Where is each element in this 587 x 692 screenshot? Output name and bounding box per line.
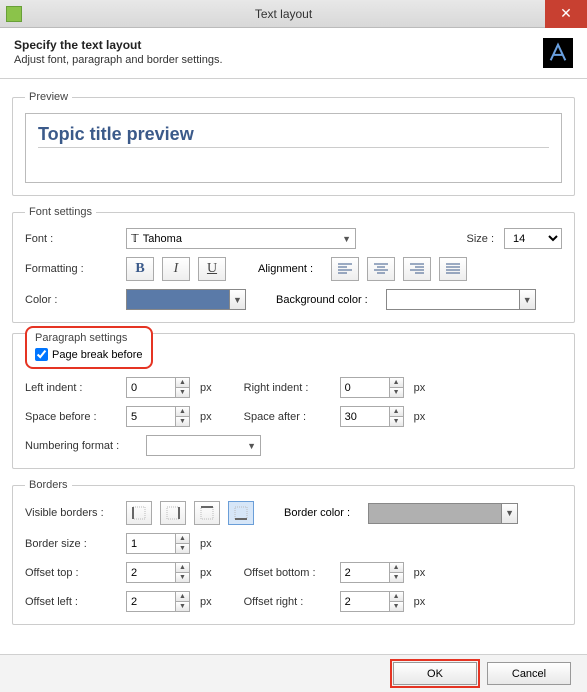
- offset-bottom-spinner[interactable]: ▲▼: [340, 562, 404, 583]
- offset-top-label: Offset top :: [25, 567, 120, 579]
- dialog-footer: OK Cancel: [0, 654, 587, 692]
- font-settings-group: Font settings Font : 𝕋 Tahoma ▼ Size : 1…: [12, 206, 575, 323]
- font-select[interactable]: 𝕋 Tahoma ▼: [126, 228, 356, 249]
- border-size-label: Border size :: [25, 538, 120, 550]
- borders-legend: Borders: [25, 479, 72, 491]
- alignment-label: Alignment :: [258, 263, 313, 275]
- italic-button[interactable]: I: [162, 257, 190, 281]
- header-title: Specify the text layout: [14, 38, 543, 52]
- border-color-label: Border color :: [284, 507, 350, 519]
- titlebar: Text layout ✕: [0, 0, 587, 28]
- close-icon: ✕: [560, 5, 572, 22]
- chevron-down-icon: ▼: [229, 290, 245, 309]
- align-left-button[interactable]: [331, 257, 359, 281]
- header-letter-icon: [543, 38, 573, 68]
- align-right-button[interactable]: [403, 257, 431, 281]
- space-before-spinner[interactable]: ▲▼: [126, 406, 190, 427]
- header-description: Adjust font, paragraph and border settin…: [14, 54, 543, 66]
- border-left-button[interactable]: [126, 501, 152, 525]
- font-size-select[interactable]: 14: [504, 228, 562, 249]
- font-color-picker[interactable]: ▼: [126, 289, 246, 310]
- bold-button[interactable]: B: [126, 257, 154, 281]
- offset-left-spinner[interactable]: ▲▼: [126, 591, 190, 612]
- offset-right-spinner[interactable]: ▲▼: [340, 591, 404, 612]
- preview-group: Preview Topic title preview: [12, 91, 575, 196]
- bgcolor-label: Background color :: [276, 294, 368, 306]
- right-indent-spinner[interactable]: ▲▼: [340, 377, 404, 398]
- page-break-label: Page break before: [52, 349, 143, 361]
- border-right-button[interactable]: [160, 501, 186, 525]
- paragraph-settings-group: Paragraph settings Page break before Lef…: [12, 333, 575, 469]
- formatting-label: Formatting :: [25, 263, 120, 275]
- chevron-down-icon: ▼: [501, 504, 517, 523]
- numbering-format-select[interactable]: ▼: [146, 435, 261, 456]
- visible-borders-label: Visible borders :: [25, 507, 120, 519]
- bg-color-picker[interactable]: ▼: [386, 289, 536, 310]
- space-before-label: Space before :: [25, 411, 120, 423]
- border-color-picker[interactable]: ▼: [368, 503, 518, 524]
- align-center-button[interactable]: [367, 257, 395, 281]
- chevron-down-icon: ▼: [247, 441, 256, 451]
- cancel-button[interactable]: Cancel: [487, 662, 571, 685]
- chevron-down-icon: ▼: [342, 234, 351, 244]
- borders-group: Borders Visible borders : Border color :…: [12, 479, 575, 625]
- font-legend: Font settings: [25, 206, 96, 218]
- left-indent-spinner[interactable]: ▲▼: [126, 377, 190, 398]
- offset-right-label: Offset right :: [244, 596, 334, 608]
- size-label: Size :: [466, 233, 494, 245]
- space-after-label: Space after :: [244, 411, 334, 423]
- page-break-checkbox[interactable]: [35, 348, 48, 361]
- preview-text: Topic title preview: [38, 124, 549, 148]
- right-indent-label: Right indent :: [244, 382, 334, 394]
- border-top-button[interactable]: [194, 501, 220, 525]
- left-indent-label: Left indent :: [25, 382, 120, 394]
- close-button[interactable]: ✕: [545, 0, 587, 28]
- font-value: Tahoma: [143, 233, 182, 245]
- underline-button[interactable]: U: [198, 257, 226, 281]
- app-icon: [6, 6, 22, 22]
- preview-box: Topic title preview: [25, 113, 562, 183]
- dialog-header: Specify the text layout Adjust font, par…: [0, 28, 587, 79]
- border-bottom-button[interactable]: [228, 501, 254, 525]
- font-type-icon: 𝕋: [131, 232, 139, 245]
- chevron-down-icon: ▼: [519, 290, 535, 309]
- paragraph-legend: Paragraph settings: [35, 332, 143, 344]
- space-after-spinner[interactable]: ▲▼: [340, 406, 404, 427]
- offset-bottom-label: Offset bottom :: [244, 567, 334, 579]
- preview-legend: Preview: [25, 91, 72, 103]
- align-justify-button[interactable]: [439, 257, 467, 281]
- ok-button[interactable]: OK: [393, 662, 477, 685]
- offset-left-label: Offset left :: [25, 596, 120, 608]
- color-label: Color :: [25, 294, 120, 306]
- border-size-spinner[interactable]: ▲▼: [126, 533, 190, 554]
- page-break-highlight: Paragraph settings Page break before: [25, 326, 153, 369]
- font-label: Font :: [25, 233, 120, 245]
- window-title: Text layout: [22, 7, 545, 21]
- offset-top-spinner[interactable]: ▲▼: [126, 562, 190, 583]
- numbering-label: Numbering format :: [25, 440, 140, 452]
